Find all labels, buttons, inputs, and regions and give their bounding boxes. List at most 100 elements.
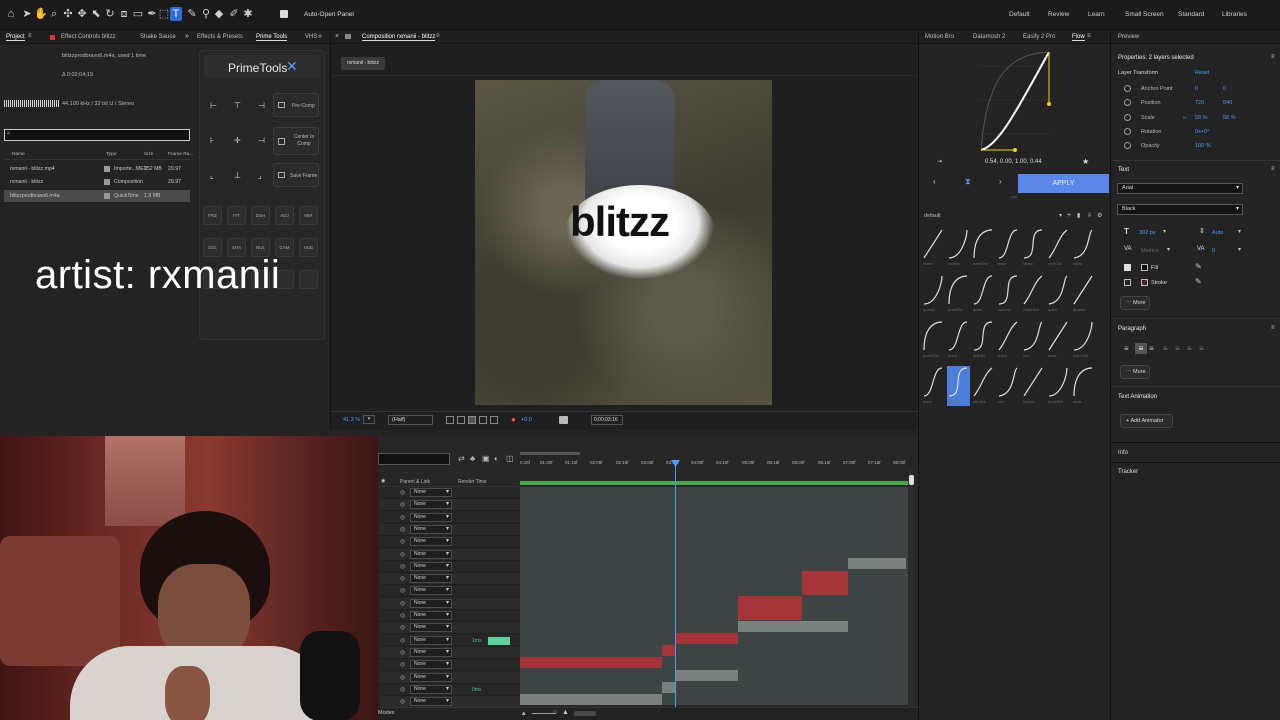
tracking-value[interactable]: 0	[1212, 248, 1215, 254]
pen-tool-icon[interactable]: ✒	[146, 7, 158, 21]
font-family-dropdown[interactable]: Arial	[1117, 183, 1243, 194]
save-frame-button[interactable]: Save Frame	[273, 163, 319, 187]
pre-comp-button[interactable]: Pre-Comp	[273, 93, 319, 117]
pickwhip-icon[interactable]: ◎	[400, 661, 405, 668]
align-bottom-right-icon[interactable]: ⌟	[258, 171, 262, 180]
column-size[interactable]: Size	[144, 152, 153, 157]
column-type[interactable]: Type	[106, 152, 116, 157]
workspace-learn[interactable]: Learn	[1088, 11, 1105, 18]
stroke-checkbox[interactable]	[1124, 279, 1131, 286]
layer-row[interactable]: ◎ None	[380, 622, 520, 635]
add-preset-icon[interactable]: +	[1067, 212, 1071, 219]
layer-bar[interactable]	[848, 558, 906, 569]
project-item-selected[interactable]: blitzzprodbravo6.m4a QuickTime 1.9 MB	[4, 190, 190, 202]
curve-preset[interactable]: backIn	[1022, 366, 1045, 406]
tab-project[interactable]: Project	[6, 34, 25, 41]
curve-preset[interactable]: quintIn	[972, 320, 995, 360]
layer-row[interactable]: ◎ None	[380, 659, 520, 672]
layer-row[interactable]: ◎ None	[380, 585, 520, 598]
pickwhip-icon[interactable]: ◎	[400, 674, 405, 681]
menu-icon[interactable]: ≡	[1271, 54, 1275, 60]
project-item[interactable]: rxmanii - blitzz Composition 29.97	[4, 176, 190, 188]
info-panel-header[interactable]: Info	[1118, 450, 1128, 456]
parent-dropdown[interactable]: None	[410, 672, 452, 682]
tab-preview[interactable]: Preview	[1118, 34, 1139, 40]
eyedropper-icon[interactable]: ✎	[1195, 277, 1202, 286]
auto-open-checkbox[interactable]	[280, 10, 288, 18]
tab-vhs[interactable]: VHS	[305, 34, 317, 40]
preset-set-label[interactable]: default	[924, 213, 941, 219]
layer-row[interactable]: ◎ None	[380, 560, 520, 573]
curve-preset[interactable]: expoOut	[1072, 320, 1095, 360]
tab-effects-presets[interactable]: Effects & Presets	[197, 34, 243, 40]
parent-dropdown[interactable]: None	[410, 647, 452, 657]
position-y-value[interactable]: 540	[1223, 100, 1232, 106]
pickwhip-icon[interactable]: ◎	[400, 698, 405, 705]
pickwhip-icon[interactable]: ◎	[400, 538, 405, 545]
curve-preset[interactable]: easeOut	[972, 228, 995, 268]
graph-editor-icon[interactable]: ◫	[506, 454, 514, 463]
layer-row[interactable]: ◎ None 0ms	[380, 683, 520, 696]
curve-preset[interactable]: cubic	[1072, 228, 1095, 268]
hue-button[interactable]: HUE	[299, 238, 318, 257]
parent-dropdown[interactable]: None	[410, 611, 452, 620]
curve-preset[interactable]: quadOut	[947, 274, 970, 314]
link-icon[interactable]: ∞	[1183, 115, 1187, 121]
layer-bar[interactable]	[676, 633, 738, 644]
chevron-right-icon[interactable]: »	[185, 33, 189, 40]
project-item[interactable]: rxmanii - blitzz.mp4 Importe...MEX 252 M…	[4, 163, 190, 175]
parent-dropdown[interactable]: None	[410, 500, 452, 510]
curve-preset[interactable]: quint	[1047, 274, 1070, 314]
orbit-tool-icon[interactable]: ✣	[62, 7, 74, 21]
rotate-tool-icon[interactable]: ↻	[104, 7, 116, 21]
zoom-dropdown[interactable]: ▾	[363, 415, 375, 424]
parent-dropdown[interactable]: None	[410, 635, 452, 645]
delete-preset-icon[interactable]: ▮	[1077, 212, 1080, 219]
pickwhip-icon[interactable]: ◎	[400, 612, 405, 619]
scale-y-value[interactable]: 58 %	[1223, 115, 1236, 121]
pickwhip-icon[interactable]: ◎	[400, 600, 405, 607]
font-size-value[interactable]: 302 px	[1139, 230, 1156, 236]
parent-dropdown[interactable]: None	[410, 512, 452, 522]
parent-dropdown[interactable]: None	[410, 684, 452, 694]
zoom-level[interactable]: 41.3 %	[343, 417, 360, 423]
stopwatch-icon[interactable]	[1124, 85, 1131, 92]
curve-preset[interactable]: sineOut	[1047, 228, 1070, 268]
tab-effect-controls[interactable]: Effect Controls blitzz	[61, 34, 116, 40]
parent-dropdown[interactable]: None	[410, 586, 452, 596]
leading-dropdown-icon[interactable]: ▾	[1238, 228, 1241, 235]
import-icon[interactable]: ⇥	[937, 158, 942, 165]
dsh-button[interactable]: DSH	[251, 206, 270, 225]
brush-tool-icon[interactable]: ✎	[186, 7, 198, 21]
pickwhip-icon[interactable]: ◎	[400, 686, 405, 693]
layer-bar[interactable]	[520, 657, 662, 668]
workspace-review[interactable]: Review	[1048, 11, 1069, 18]
tab-easify[interactable]: Easify 2 Pro	[1023, 34, 1055, 40]
transparency-grid-icon[interactable]	[457, 416, 465, 424]
column-render-time[interactable]: Render Time	[458, 479, 487, 485]
pickwhip-icon[interactable]: ◎	[400, 624, 405, 631]
region-icon[interactable]	[446, 416, 454, 424]
pickwhip-icon[interactable]: ◎	[400, 514, 405, 521]
parent-dropdown[interactable]: None	[410, 561, 452, 571]
parent-dropdown[interactable]: None	[410, 623, 452, 633]
home-icon[interactable]: ⌂	[5, 7, 17, 21]
column-name[interactable]: Name	[12, 152, 25, 157]
tracking-dropdown-icon[interactable]: ▾	[1238, 246, 1241, 253]
layer-bar[interactable]	[520, 694, 662, 705]
stopwatch-icon[interactable]	[1124, 142, 1131, 149]
curve-preset[interactable]: cubicIn	[997, 274, 1020, 314]
ease-out-icon[interactable]: ›	[999, 177, 1002, 186]
scale-x-value[interactable]: 58 %	[1195, 115, 1208, 121]
title-text-overlay[interactable]: blitzz	[570, 198, 670, 246]
justify-center-icon[interactable]: ≡	[1175, 344, 1180, 353]
tab-flow[interactable]: Flow	[1072, 34, 1085, 41]
align-top-icon[interactable]: ⊤	[234, 101, 241, 110]
h-scrollbar[interactable]	[574, 711, 596, 716]
track-area[interactable]	[520, 487, 908, 705]
fill-checkbox[interactable]	[1124, 264, 1131, 271]
layer-row[interactable]: ◎ None 1ms	[380, 634, 520, 647]
ease-in-icon[interactable]: ‹	[933, 177, 936, 186]
align-vcenter-icon[interactable]: ⊣	[258, 136, 265, 145]
reset-link[interactable]: Reset	[1195, 70, 1209, 76]
